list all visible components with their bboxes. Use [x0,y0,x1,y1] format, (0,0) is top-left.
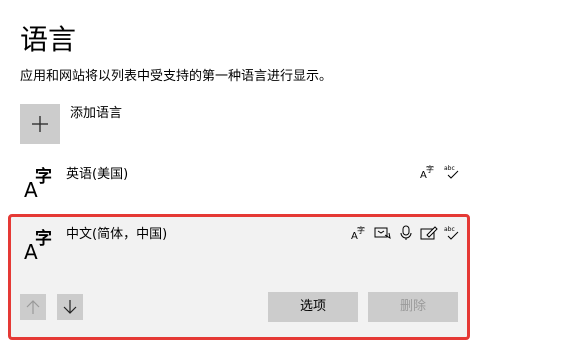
arrow-down-icon [63,300,77,314]
spell-check-icon: abc [443,164,461,180]
language-features: A字 abc [420,164,461,180]
language-name: 中文(简体，中国) [66,227,168,242]
remove-button[interactable]: 删除 [368,292,458,322]
language-name: 英语(美国) [66,167,129,182]
glyph-zi: 字 [35,229,52,249]
language-item-chinese-selected[interactable]: A 字 中文(简体，中国) A字 abc 选项 删除 [8,214,470,340]
svg-text:字: 字 [357,225,365,235]
language-glyph-icon: A 字 [24,168,58,202]
svg-text:abc: abc [444,165,455,172]
move-down-button[interactable] [57,294,83,320]
language-features: A字 abc [351,225,461,241]
handwriting-icon [420,225,438,241]
display-language-icon: A字 [351,225,369,241]
page-title: 语言 [20,23,77,56]
options-button[interactable]: 选项 [268,292,358,322]
move-up-button[interactable] [20,294,46,320]
spell-check-icon: abc [443,225,461,241]
language-glyph-icon: A 字 [24,230,58,264]
speech-recognition-icon [397,225,415,241]
text-to-speech-icon [374,225,392,241]
add-language-label[interactable]: 添加语言 [70,105,122,123]
page-description: 应用和网站将以列表中受支持的第一种语言进行显示。 [20,69,333,84]
add-language-button[interactable] [20,104,60,144]
arrow-up-icon [26,300,40,314]
display-language-icon: A字 [420,164,438,180]
svg-text:字: 字 [426,164,434,174]
plus-icon [32,116,48,132]
glyph-zi: 字 [35,167,52,187]
svg-text:abc: abc [444,226,455,233]
